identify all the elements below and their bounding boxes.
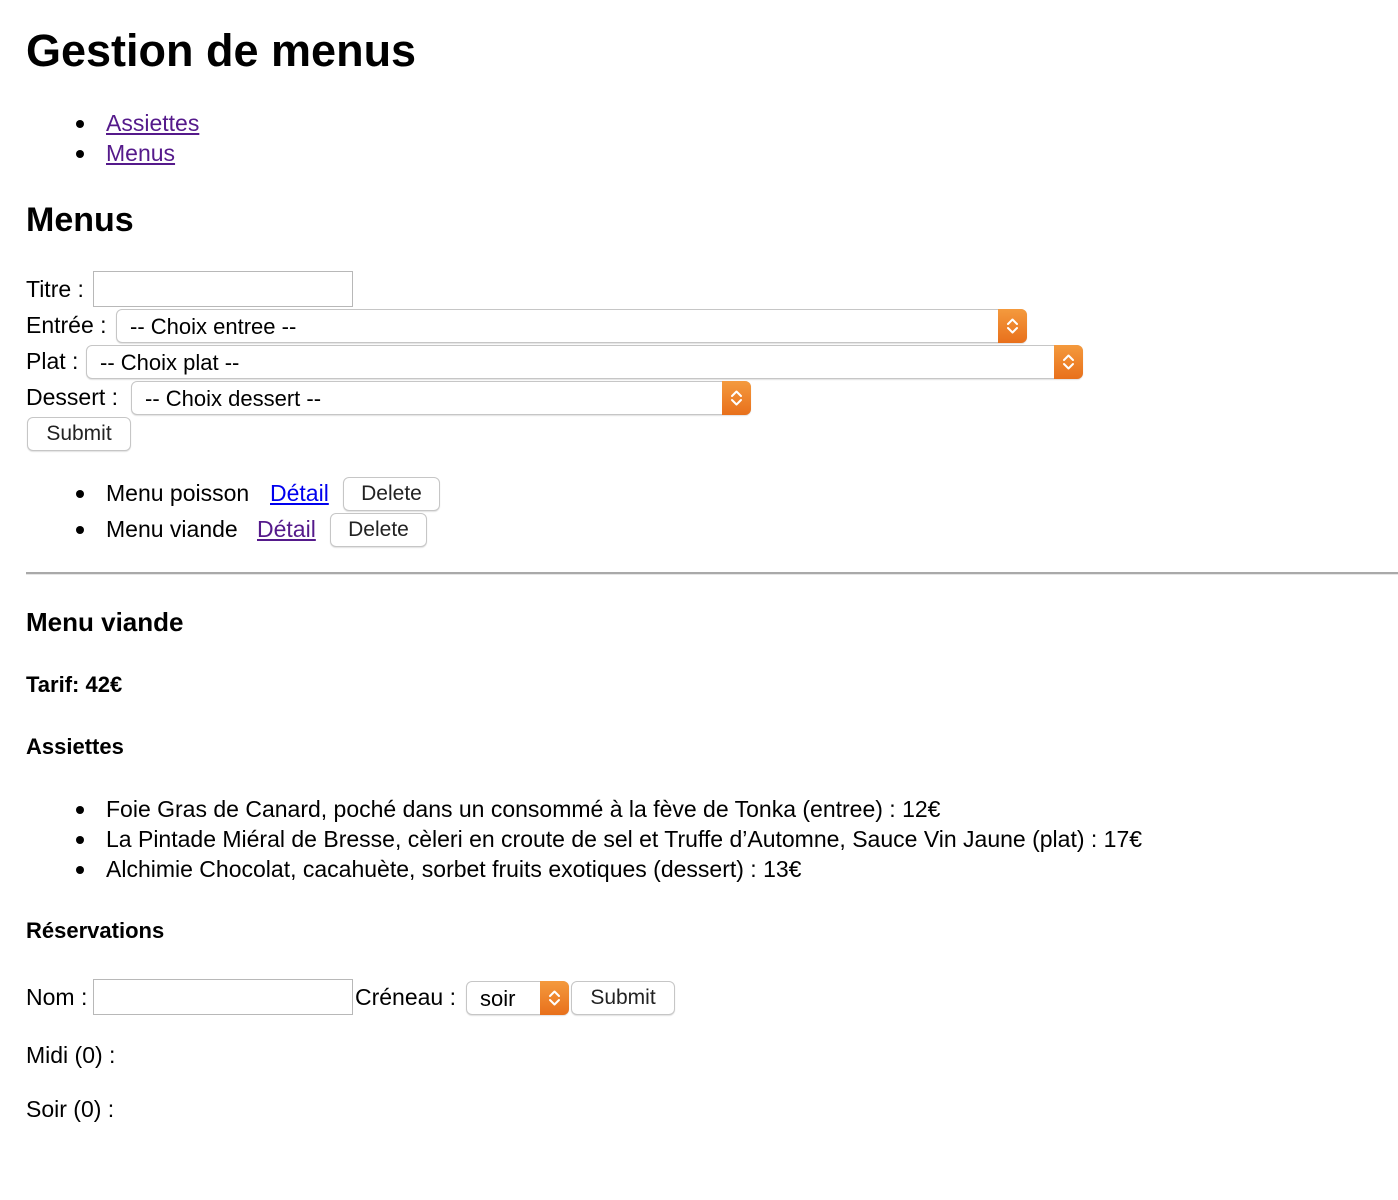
creneau-label: Créneau :: [355, 984, 457, 1010]
select-arrows-icon: [998, 309, 1027, 343]
plat-select[interactable]: -- Choix plat --: [86, 345, 1083, 379]
menu-detail-link[interactable]: Détail: [270, 482, 329, 505]
assiettes-heading: Assiettes: [26, 734, 124, 759]
bullet-icon: [76, 866, 84, 874]
titre-input[interactable]: [93, 271, 353, 307]
select-arrows-icon: [722, 381, 751, 415]
midi-count: Midi (0) :: [26, 1042, 116, 1068]
bullet-icon: [76, 490, 84, 498]
nom-input[interactable]: [93, 979, 353, 1015]
entree-select-value: -- Choix entree --: [130, 314, 297, 339]
bullet-icon: [76, 526, 84, 534]
detail-title: Menu viande: [26, 607, 184, 637]
menu-delete-button[interactable]: Delete: [343, 477, 440, 511]
titre-label: Titre :: [26, 276, 84, 302]
menu-item-name: Menu poisson: [106, 480, 250, 506]
select-arrows-icon: [1054, 345, 1083, 379]
menu-delete-button[interactable]: Delete: [330, 513, 427, 547]
assiette-item: Alchimie Chocolat, cacahuète, sorbet fru…: [106, 856, 802, 882]
detail-tarif: Tarif: 42€: [26, 672, 123, 697]
divider: [26, 572, 1398, 575]
plat-select-value: -- Choix plat --: [100, 350, 240, 375]
dessert-select-value: -- Choix dessert --: [145, 386, 322, 411]
page-title: Gestion de menus: [26, 25, 417, 76]
creneau-select-value: soir: [480, 986, 516, 1011]
assiette-item: La Pintade Miéral de Bresse, cèleri en c…: [106, 826, 1143, 852]
nom-label: Nom :: [26, 984, 88, 1010]
plat-label: Plat :: [26, 348, 79, 374]
menus-heading: Menus: [26, 201, 134, 239]
bullet-icon: [76, 150, 84, 158]
soir-count: Soir (0) :: [26, 1096, 115, 1122]
nav-link-menus[interactable]: Menus: [106, 142, 175, 165]
entree-label: Entrée :: [26, 312, 107, 338]
select-arrows-icon: [540, 981, 569, 1015]
dessert-select[interactable]: -- Choix dessert --: [131, 381, 751, 415]
nav-link-assiettes[interactable]: Assiettes: [106, 112, 199, 135]
menu-submit-button[interactable]: Submit: [27, 417, 131, 451]
entree-select[interactable]: -- Choix entree --: [116, 309, 1027, 343]
bullet-icon: [76, 120, 84, 128]
creneau-select[interactable]: soir: [466, 981, 569, 1015]
bullet-icon: [76, 836, 84, 844]
menu-item-name: Menu viande: [106, 516, 238, 542]
reservations-heading: Réservations: [26, 918, 165, 943]
menu-detail-link[interactable]: Détail: [257, 518, 316, 541]
bullet-icon: [76, 806, 84, 814]
reservation-submit-button[interactable]: Submit: [571, 981, 675, 1015]
assiette-item: Foie Gras de Canard, poché dans un conso…: [106, 796, 941, 822]
dessert-label: Dessert :: [26, 384, 119, 410]
